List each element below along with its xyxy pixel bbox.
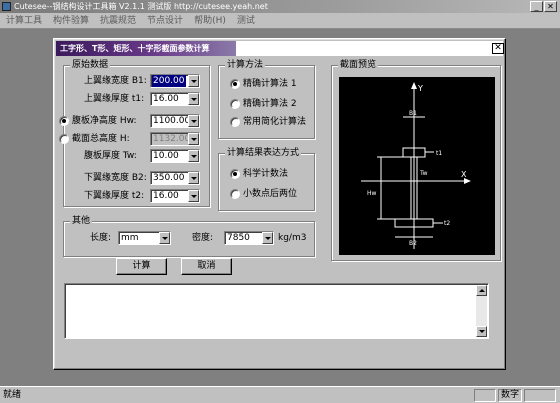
y-axis-label: Y: [417, 84, 423, 93]
hw-radio[interactable]: [59, 116, 69, 126]
method-simplified-label[interactable]: 常用简化计算法: [243, 115, 306, 129]
raw-data-group-title: 原始数据: [70, 59, 111, 71]
length-unit-combo[interactable]: mm: [118, 231, 171, 245]
menu-help[interactable]: 帮助(H): [188, 13, 231, 29]
close-app-button[interactable]: ✕: [544, 1, 557, 12]
hw-dimension-label: Hw: [367, 190, 377, 197]
menu-joint-design[interactable]: 节点设计: [141, 13, 188, 29]
b2-combo[interactable]: 350.00: [150, 171, 200, 185]
t2-combo[interactable]: 16.00: [150, 189, 200, 203]
tw-value: 10.00: [153, 151, 179, 161]
status-ready-text: 就绪: [3, 390, 22, 400]
tw-label: 腹板厚度 Tw:: [84, 151, 137, 161]
t1-value: 16.00: [153, 94, 179, 104]
density-value: 7850: [227, 233, 250, 243]
length-unit-value: mm: [121, 233, 139, 243]
method-exact-1-label[interactable]: 精确计算法 1: [243, 77, 297, 91]
format-scientific-label[interactable]: 科学计数法: [243, 167, 288, 181]
h-dropdown-button[interactable]: [188, 133, 199, 145]
section-drawing: Y X B1 t1 Tw Hw t2 B2: [361, 82, 471, 249]
hw-combo[interactable]: 1100.00: [150, 114, 200, 128]
app-titlebar: Cutesee--钢结构设计工具箱 V2.1.1 测试版 http://cute…: [0, 0, 560, 13]
calc-method-group-title: 计算方法: [225, 59, 266, 71]
density-combo[interactable]: 7850: [224, 231, 274, 245]
scroll-up-arrow-icon[interactable]: [476, 285, 487, 296]
menu-member-check[interactable]: 构件验算: [47, 13, 94, 29]
t2-dropdown-button[interactable]: [188, 190, 199, 202]
b1-value: 200.00: [152, 75, 186, 87]
b2-dimension-label: B2: [409, 240, 417, 247]
length-unit-label: 长度:: [90, 233, 112, 243]
menu-seismic-code[interactable]: 抗震规范: [94, 13, 141, 29]
calculate-button[interactable]: 计算: [116, 258, 167, 275]
method-exact-1-radio[interactable]: [230, 79, 240, 89]
section-preview-canvas: Y X B1 t1 Tw Hw t2 B2: [339, 77, 495, 255]
dialog-titlebar: 工字形、T形、矩形、十字形截面参数计算 ✕: [56, 41, 504, 56]
tw-combo[interactable]: 10.00: [150, 149, 200, 163]
t1-combo[interactable]: 16.00: [150, 92, 200, 106]
dialog-close-button[interactable]: ✕: [492, 43, 504, 54]
h-value: 1132.00: [153, 134, 191, 144]
h-combo[interactable]: 1132.00: [150, 132, 200, 146]
density-label: 密度:: [192, 233, 214, 243]
menu-test[interactable]: 测试: [231, 13, 260, 29]
t2-dimension-label: t2: [444, 220, 450, 227]
method-simplified-radio[interactable]: [230, 117, 240, 127]
cancel-button[interactable]: 取消: [181, 258, 232, 275]
x-axis-label: X: [461, 170, 467, 179]
method-exact-2-radio[interactable]: [230, 99, 240, 109]
app-icon: [2, 2, 11, 11]
b2-label: 下翼缘宽度 B2:: [84, 173, 147, 183]
t1-dimension-label: t1: [436, 150, 442, 157]
section-calc-dialog: 工字形、T形、矩形、十字形截面参数计算 ✕ 原始数据 上翼缘宽度 B1: 200…: [53, 38, 506, 370]
method-exact-2-label[interactable]: 精确计算法 2: [243, 97, 297, 111]
density-unit-label: kg/m3: [278, 233, 307, 243]
t1-label: 上翼缘厚度 t1:: [84, 94, 145, 104]
hw-value: 1100.00: [153, 116, 191, 126]
tw-dropdown-button[interactable]: [188, 150, 199, 162]
dialog-title: 工字形、T形、矩形、十字形截面参数计算: [60, 44, 210, 53]
section-preview-group-title: 截面预览: [338, 59, 379, 71]
statusbar: 就绪 数字: [0, 386, 560, 403]
b2-dropdown-button[interactable]: [188, 172, 199, 184]
y-axis-arrow-icon: [411, 82, 417, 89]
status-num-indicator: 数字: [498, 389, 522, 402]
h-radio[interactable]: [59, 134, 69, 144]
result-format-group-title: 计算结果表达方式: [225, 147, 302, 159]
format-two-decimals-label[interactable]: 小数点后两位: [243, 187, 297, 201]
menubar: 计算工具 构件验算 抗震规范 节点设计 帮助(H) 测试: [0, 13, 560, 29]
b1-label: 上翼缘宽度 B1:: [84, 76, 147, 86]
b2-value: 350.00: [153, 173, 185, 183]
density-dropdown-button[interactable]: [262, 232, 273, 244]
result-output-area[interactable]: [64, 283, 489, 339]
other-group-title: 其他: [70, 215, 93, 227]
menu-calc-tools[interactable]: 计算工具: [0, 13, 47, 29]
b1-dropdown-button[interactable]: [188, 75, 199, 87]
status-panel-scroll: [524, 389, 556, 402]
t2-value: 16.00: [153, 191, 179, 201]
t2-label: 下翼缘厚度 t2:: [84, 191, 145, 201]
h-label: 截面总高度 H:: [72, 134, 130, 144]
result-scrollbar[interactable]: [476, 285, 487, 337]
app-title: Cutesee--钢结构设计工具箱 V2.1.1 测试版 http://cute…: [14, 2, 268, 11]
b1-combo[interactable]: 200.00: [150, 74, 200, 88]
tw-dimension-label: Tw: [419, 170, 428, 177]
b1-dimension-label: B1: [409, 110, 417, 117]
scroll-down-arrow-icon[interactable]: [476, 326, 487, 337]
result-format-group: 计算结果表达方式: [218, 147, 315, 211]
hw-label: 腹板净高度 Hw:: [72, 116, 137, 126]
status-panel-caps: [474, 389, 496, 402]
hw-dropdown-button[interactable]: [188, 115, 199, 127]
length-unit-dropdown-button[interactable]: [159, 232, 170, 244]
format-scientific-radio[interactable]: [230, 169, 240, 179]
t1-dropdown-button[interactable]: [188, 93, 199, 105]
minimize-button[interactable]: _: [530, 1, 543, 12]
format-two-decimals-radio[interactable]: [230, 189, 240, 199]
